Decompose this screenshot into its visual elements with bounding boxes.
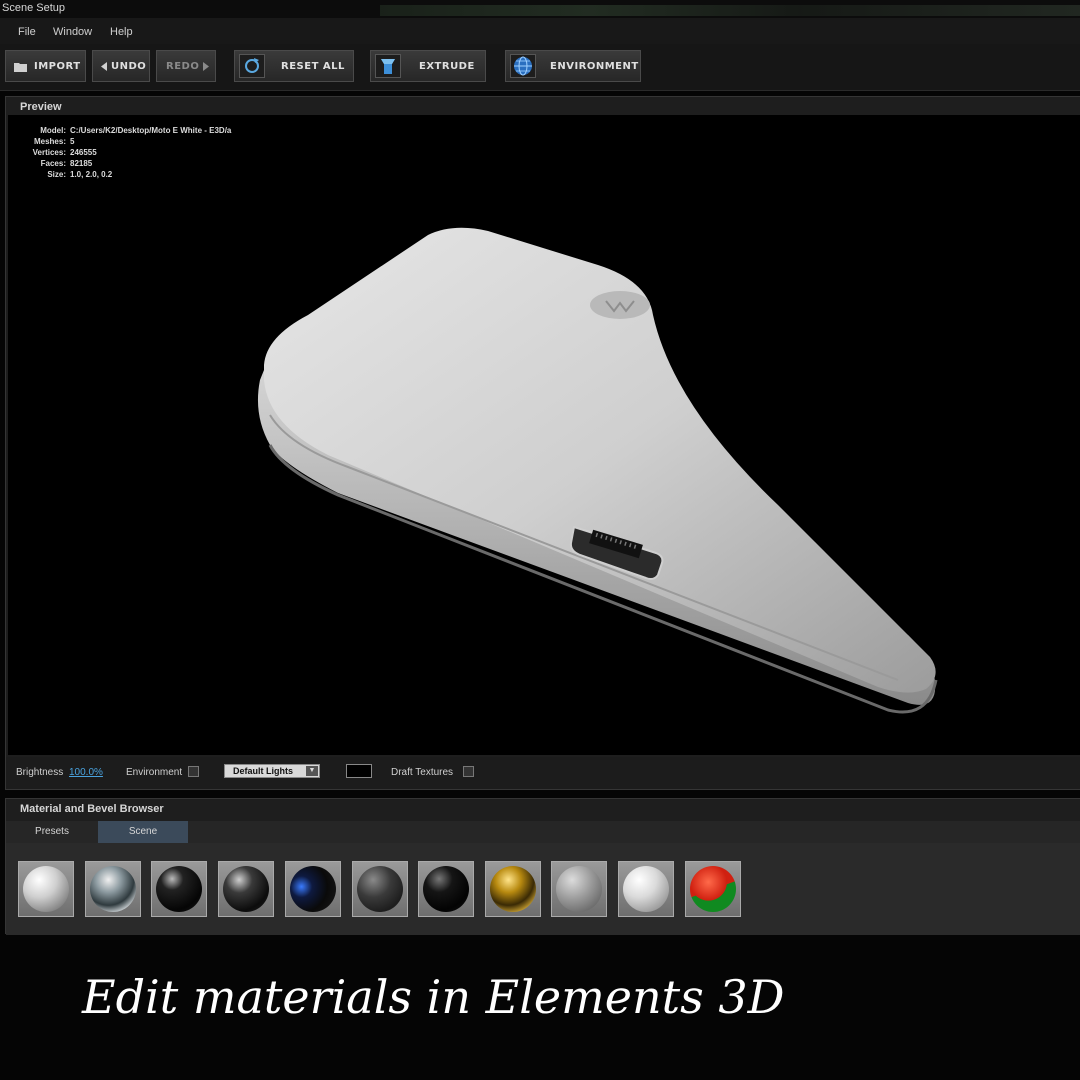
- tab-scene[interactable]: Scene: [98, 821, 188, 843]
- material-thumbnail[interactable]: [618, 861, 674, 917]
- reset-icon: [239, 54, 265, 78]
- brightness-label: Brightness: [16, 767, 64, 778]
- tab-presets[interactable]: Presets: [6, 821, 98, 843]
- material-thumbnails: [6, 843, 1080, 935]
- title-bar-background-strip: [380, 5, 1080, 16]
- menu-file[interactable]: File: [18, 26, 36, 38]
- material-thumbnail[interactable]: [285, 861, 341, 917]
- draft-textures-label: Draft Textures: [391, 767, 454, 778]
- material-tabs: Presets Scene: [6, 821, 1080, 843]
- draft-textures-checkbox[interactable]: [463, 766, 474, 777]
- promo-caption: Edit materials in Elements 3D: [82, 970, 785, 1024]
- arrow-right-icon: [203, 62, 209, 71]
- material-thumbnail[interactable]: [352, 861, 408, 917]
- undo-button[interactable]: UNDO: [92, 50, 150, 82]
- material-thumbnail[interactable]: [685, 861, 741, 917]
- material-thumbnail[interactable]: [218, 861, 274, 917]
- reset-all-label: RESET ALL: [281, 61, 345, 72]
- menu-help[interactable]: Help: [110, 26, 133, 38]
- material-thumbnail[interactable]: [85, 861, 141, 917]
- redo-label: REDO: [166, 61, 200, 72]
- extrude-label: EXTRUDE: [419, 61, 475, 72]
- material-thumbnail[interactable]: [18, 861, 74, 917]
- lights-dropdown-value: Default Lights: [233, 766, 293, 776]
- material-browser-title: Material and Bevel Browser: [20, 803, 164, 815]
- preview-title: Preview: [20, 101, 62, 113]
- brightness-value[interactable]: 100.0%: [69, 767, 103, 778]
- redo-button[interactable]: REDO: [156, 50, 216, 82]
- environment-button[interactable]: ENVIRONMENT: [505, 50, 641, 82]
- material-thumbnail[interactable]: [485, 861, 541, 917]
- menu-bar: File Window Help: [0, 18, 1080, 44]
- folder-icon: [14, 63, 27, 72]
- window-title: Scene Setup: [2, 2, 65, 14]
- import-button[interactable]: IMPORT: [5, 50, 86, 82]
- environment-checkbox[interactable]: [188, 766, 199, 777]
- undo-label: UNDO: [111, 61, 147, 72]
- material-thumbnail[interactable]: [151, 861, 207, 917]
- globe-icon: [510, 54, 536, 78]
- material-browser-panel: Material and Bevel Browser Presets Scene: [5, 798, 1080, 935]
- environment-toggle-label: Environment: [126, 767, 183, 778]
- reset-all-button[interactable]: RESET ALL: [234, 50, 354, 82]
- material-thumbnail[interactable]: [418, 861, 474, 917]
- arrow-left-icon: [101, 62, 107, 71]
- extrude-button[interactable]: EXTRUDE: [370, 50, 486, 82]
- lights-dropdown[interactable]: Default Lights ▼: [224, 764, 320, 778]
- toolbar: IMPORT UNDO REDO RESET ALL EXTRUDE ENVIR…: [0, 44, 1080, 91]
- material-thumbnail[interactable]: [551, 861, 607, 917]
- background-color-swatch[interactable]: [346, 764, 372, 778]
- environment-label: ENVIRONMENT: [550, 61, 639, 72]
- preview-panel: Preview Model: C:/Users/K2/Desktop/Moto E…: [5, 96, 1080, 790]
- extrude-icon: [375, 54, 401, 78]
- menu-window[interactable]: Window: [53, 26, 92, 38]
- phone-model-render: [257, 227, 938, 714]
- logo-mark: [590, 291, 650, 319]
- chevron-down-icon: ▼: [306, 766, 318, 776]
- title-bar: Scene Setup: [0, 0, 1080, 18]
- preview-viewport[interactable]: Model: C:/Users/K2/Desktop/Moto E White -…: [8, 115, 1080, 755]
- import-label: IMPORT: [34, 61, 81, 72]
- preview-options-bar: Brightness 100.0% Environment Default Li…: [6, 757, 1080, 789]
